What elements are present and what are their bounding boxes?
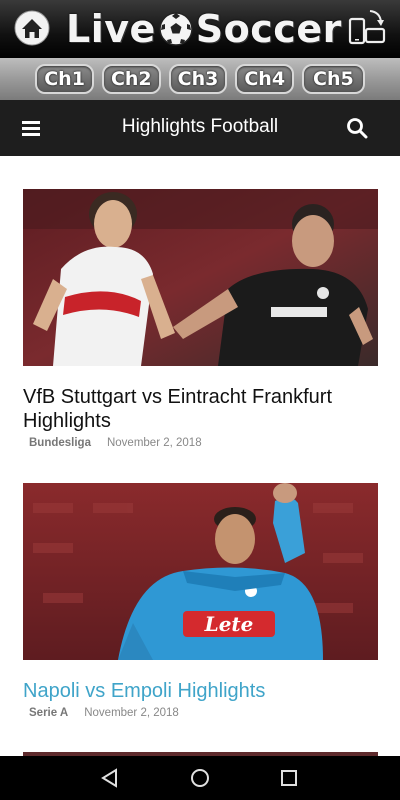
page-title: Highlights Football <box>121 116 279 137</box>
recent-apps-icon[interactable] <box>278 767 300 789</box>
article-card[interactable]: VfB Stuttgart vs Eintracht Frankfurt Hig… <box>23 189 378 449</box>
logo-text-live: Live <box>66 7 156 51</box>
article-meta: Bundesliga November 2, 2018 <box>23 437 378 449</box>
system-navigation-bar <box>0 756 400 800</box>
article-meta: Serie A November 2, 2018 <box>23 707 378 719</box>
article-title[interactable]: VfB Stuttgart vs Eintracht Frankfurt Hig… <box>23 385 378 433</box>
article-title[interactable]: Napoli vs Empoli Highlights <box>23 679 378 703</box>
article-date: November 2, 2018 <box>84 707 179 719</box>
logo-text-soccer: Soccer <box>195 7 342 51</box>
channel-4-button[interactable]: Ch4 <box>235 64 295 94</box>
svg-text:Lete: Lete <box>204 612 254 636</box>
hamburger-menu-icon[interactable] <box>20 118 42 138</box>
article-feed[interactable]: VfB Stuttgart vs Eintracht Frankfurt Hig… <box>0 156 400 756</box>
back-icon[interactable] <box>99 767 121 789</box>
home-icon[interactable] <box>14 10 50 46</box>
soccer-ball-icon <box>159 12 193 46</box>
article-category[interactable]: Bundesliga <box>29 437 91 449</box>
screen-rotate-icon[interactable] <box>346 7 388 49</box>
home-nav-icon[interactable] <box>189 767 211 789</box>
article-category[interactable]: Serie A <box>29 707 68 719</box>
app-logo: Live Soccer <box>66 4 342 54</box>
article-thumbnail[interactable] <box>23 189 378 366</box>
article-card[interactable]: Lete Napoli vs Empoli Highlights Serie A… <box>23 483 378 719</box>
channel-3-button[interactable]: Ch3 <box>168 64 228 94</box>
article-date: November 2, 2018 <box>106 437 202 449</box>
toolbar: Highlights Football <box>0 100 400 156</box>
channel-1-button[interactable]: Ch1 <box>35 64 94 94</box>
channel-2-button[interactable]: Ch2 <box>101 64 161 94</box>
app-header: Live Soccer <box>0 0 400 58</box>
channel-bar: Ch1 Ch2 Ch3 Ch4 Ch5 <box>0 58 400 100</box>
article-thumbnail[interactable]: Lete <box>23 483 378 660</box>
channel-5-button[interactable]: Ch5 <box>302 64 365 94</box>
search-icon[interactable] <box>346 117 368 139</box>
